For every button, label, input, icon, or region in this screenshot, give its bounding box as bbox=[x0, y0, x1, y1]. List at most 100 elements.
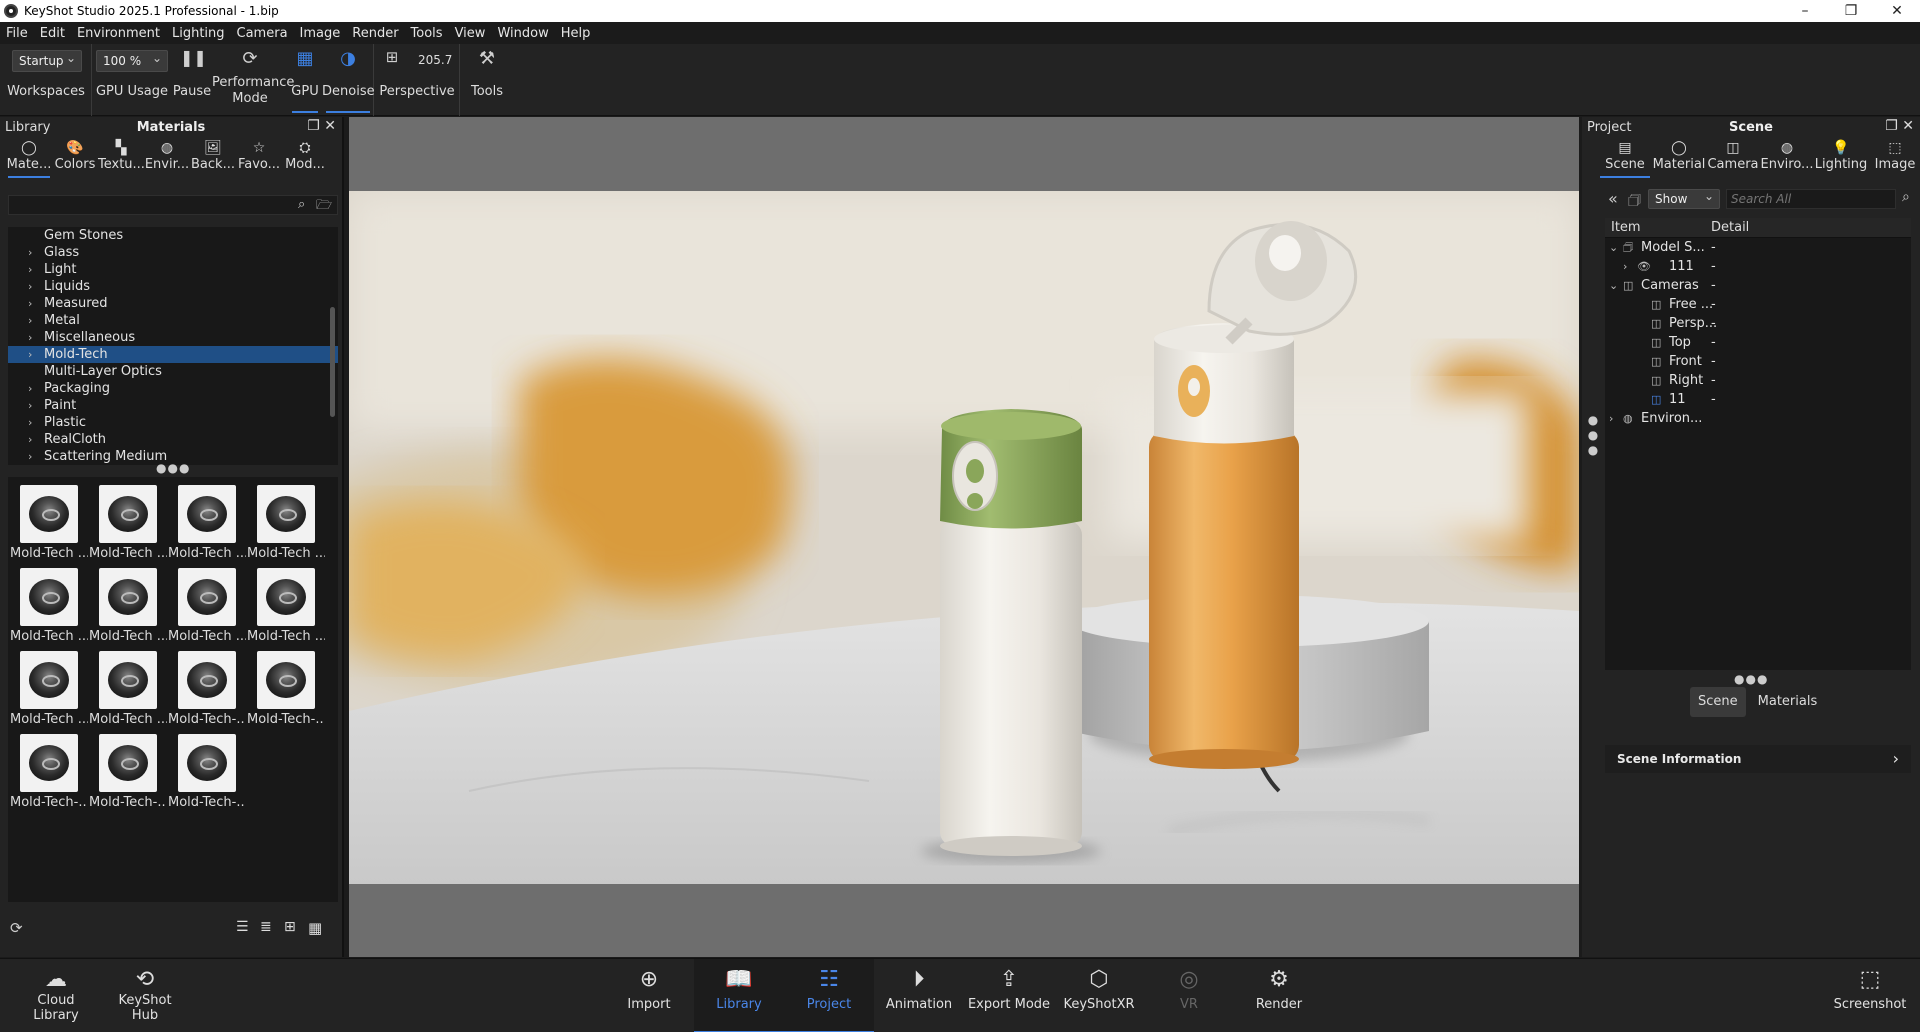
list-view-icon[interactable]: ☰ bbox=[236, 919, 249, 935]
tree-item-mold-tech[interactable]: › Mold-Tech bbox=[8, 346, 338, 363]
menu-render[interactable]: Render bbox=[346, 26, 404, 41]
material-thumbnail[interactable]: Mold-Tech ... bbox=[247, 479, 325, 563]
tree-item-packaging[interactable]: › Packaging bbox=[8, 380, 338, 397]
scene-tree-row[interactable]: ◫ Top - bbox=[1605, 333, 1911, 352]
expand-arrow-icon[interactable]: › bbox=[28, 312, 32, 329]
expand-arrow-icon[interactable]: › bbox=[28, 414, 32, 431]
search-icon[interactable]: ⌕ bbox=[1902, 189, 1910, 205]
expand-arrow-icon[interactable]: › bbox=[28, 380, 32, 397]
minimize-icon[interactable]: – bbox=[1782, 0, 1828, 22]
scene-search-input[interactable] bbox=[1726, 189, 1896, 209]
tree-item-glass[interactable]: › Glass bbox=[8, 244, 338, 261]
scene-tree-row[interactable]: ◫ Right - bbox=[1605, 371, 1911, 390]
expand-arrow-icon[interactable]: › bbox=[28, 431, 32, 448]
material-thumbnail[interactable]: Mold-Tech-... bbox=[89, 728, 167, 812]
search-icon[interactable]: ⌕ bbox=[298, 197, 305, 212]
close-panel-icon[interactable]: ✕ bbox=[1902, 118, 1914, 134]
library-tab-6[interactable]: ⛭ Mod... bbox=[282, 139, 328, 177]
tree-item-liquids[interactable]: › Liquids bbox=[8, 278, 338, 295]
undock-icon[interactable]: ❐ bbox=[1885, 118, 1898, 134]
render-button[interactable]: ⚙ Render bbox=[1234, 959, 1324, 1032]
library-tab-5[interactable]: ☆ Favo... bbox=[236, 139, 282, 177]
menu-window[interactable]: Window bbox=[491, 26, 554, 41]
workspace-select[interactable]: Startup bbox=[12, 48, 82, 72]
detail-column-header[interactable]: Detail bbox=[1711, 220, 1749, 235]
screenshot-button[interactable]: ⬚ Screenshot bbox=[1820, 959, 1920, 1032]
tree-item-realcloth[interactable]: › RealCloth bbox=[8, 431, 338, 448]
maximize-icon[interactable]: ❐ bbox=[1828, 0, 1874, 22]
expand-arrow-icon[interactable]: › bbox=[1623, 257, 1627, 276]
splitter-dots-icon[interactable]: ●●● bbox=[156, 461, 190, 475]
tools-button[interactable]: ⚒ Tools bbox=[460, 44, 514, 116]
expand-arrow-icon[interactable]: › bbox=[28, 448, 32, 465]
menu-view[interactable]: View bbox=[449, 26, 492, 41]
project-button[interactable]: ☷ Project bbox=[784, 959, 874, 1032]
expand-arrow-icon[interactable]: › bbox=[28, 244, 32, 261]
tree-item-plastic[interactable]: › Plastic bbox=[8, 414, 338, 431]
cloud-library-button[interactable]: ☁ Cloud Library bbox=[8, 959, 104, 1032]
tree-scrollbar[interactable] bbox=[330, 307, 335, 417]
export-mode-button[interactable]: ⇪ Export Mode bbox=[964, 959, 1054, 1032]
menu-help[interactable]: Help bbox=[555, 26, 597, 41]
library-tab-3[interactable]: ◍ Envir... bbox=[144, 139, 190, 177]
scene-information-section[interactable]: Scene Information bbox=[1605, 745, 1911, 773]
material-thumbnail[interactable]: Mold-Tech-... bbox=[10, 728, 88, 812]
menu-edit[interactable]: Edit bbox=[34, 26, 71, 41]
performance-mode-button[interactable]: ⟳ Performance Mode bbox=[212, 44, 294, 116]
scene-tree-row[interactable]: ◫ Free ... - bbox=[1605, 295, 1911, 314]
tree-item-measured[interactable]: › Measured bbox=[8, 295, 338, 312]
focal-length-value[interactable]: 205.7 bbox=[418, 53, 452, 67]
folder-search-icon[interactable]: 🗁 bbox=[316, 196, 332, 218]
pause-button[interactable]: ❚❚ Pause bbox=[172, 44, 212, 116]
small-grid-icon[interactable]: ⊞ bbox=[284, 919, 296, 935]
scene-tree-row[interactable]: › 👁 111 - bbox=[1605, 257, 1911, 276]
refresh-icon[interactable]: ⟳ bbox=[10, 919, 23, 937]
menu-tools[interactable]: Tools bbox=[405, 26, 449, 41]
material-thumbnail[interactable]: Mold-Tech ... bbox=[10, 479, 88, 563]
tree-item-light[interactable]: › Light bbox=[8, 261, 338, 278]
gpu-usage-select[interactable]: 100 % bbox=[96, 48, 168, 72]
undock-icon[interactable]: ❐ bbox=[307, 118, 320, 134]
tree-item-miscellaneous[interactable]: › Miscellaneous bbox=[8, 329, 338, 346]
scene-tree-row[interactable]: ⌄ 🗇 Model S... - bbox=[1605, 238, 1911, 257]
library-search-input[interactable] bbox=[8, 195, 338, 215]
collapse-panel-icon[interactable]: « bbox=[1608, 189, 1618, 208]
tree-item-metal[interactable]: › Metal bbox=[8, 312, 338, 329]
material-thumbnail[interactable]: Mold-Tech ... bbox=[89, 479, 167, 563]
side-splitter-dots-icon[interactable]: ●●● bbox=[1586, 413, 1600, 458]
menu-image[interactable]: Image bbox=[294, 26, 347, 41]
material-thumbnail[interactable]: Mold-Tech ... bbox=[10, 645, 88, 729]
scene-tree-row[interactable]: ◫ 11 - bbox=[1605, 390, 1911, 409]
expand-arrow-icon[interactable]: › bbox=[28, 295, 32, 312]
project-tab-material[interactable]: ◯ Material bbox=[1652, 139, 1706, 177]
material-thumbnail[interactable]: Mold-Tech ... bbox=[10, 562, 88, 646]
menu-camera[interactable]: Camera bbox=[231, 26, 294, 41]
expand-arrow-icon[interactable]: › bbox=[28, 346, 32, 363]
expand-arrow-icon[interactable]: › bbox=[28, 329, 32, 346]
expand-arrow-icon[interactable]: › bbox=[28, 397, 32, 414]
material-thumbnail[interactable]: Mold-Tech-... bbox=[168, 645, 246, 729]
model-set-icon[interactable]: 🗇 bbox=[1628, 190, 1641, 214]
tree-item-gem-stones[interactable]: Gem Stones bbox=[8, 227, 338, 244]
menu-file[interactable]: File bbox=[0, 26, 34, 41]
expand-arrow-icon[interactable]: ⌄ bbox=[1609, 238, 1618, 257]
scene-tree-row[interactable]: ◫ Front - bbox=[1605, 352, 1911, 371]
splitter-dots-icon[interactable]: ●●● bbox=[1734, 672, 1768, 686]
expand-arrow-icon[interactable]: › bbox=[28, 278, 32, 295]
tree-item-multi-layer-optics[interactable]: Multi-Layer Optics bbox=[8, 363, 338, 380]
material-thumbnail[interactable]: Mold-Tech ... bbox=[168, 479, 246, 563]
close-panel-icon[interactable]: ✕ bbox=[324, 118, 336, 134]
render-viewport[interactable] bbox=[349, 117, 1579, 957]
material-thumbnail[interactable]: Mold-Tech-... bbox=[247, 645, 325, 729]
scene-tree-row[interactable]: › ◍ Environ... bbox=[1605, 409, 1911, 428]
project-tab-enviro[interactable]: ◍ Enviro... bbox=[1760, 139, 1814, 177]
large-grid-icon[interactable]: ▦ bbox=[308, 919, 322, 937]
project-tab-lighting[interactable]: 💡 Lighting bbox=[1814, 139, 1868, 177]
detail-view-icon[interactable]: ≣ bbox=[260, 919, 272, 935]
library-tab-2[interactable]: ▚ Textu... bbox=[98, 139, 145, 177]
material-thumbnail[interactable]: Mold-Tech-... bbox=[168, 728, 246, 812]
keyshot-hub-button[interactable]: ⟲ KeyShot Hub bbox=[100, 959, 190, 1032]
material-thumbnail[interactable]: Mold-Tech ... bbox=[89, 645, 167, 729]
expand-arrow-icon[interactable]: ⌄ bbox=[1609, 276, 1618, 295]
scene-tree-row[interactable]: ⌄ ◫ Cameras - bbox=[1605, 276, 1911, 295]
